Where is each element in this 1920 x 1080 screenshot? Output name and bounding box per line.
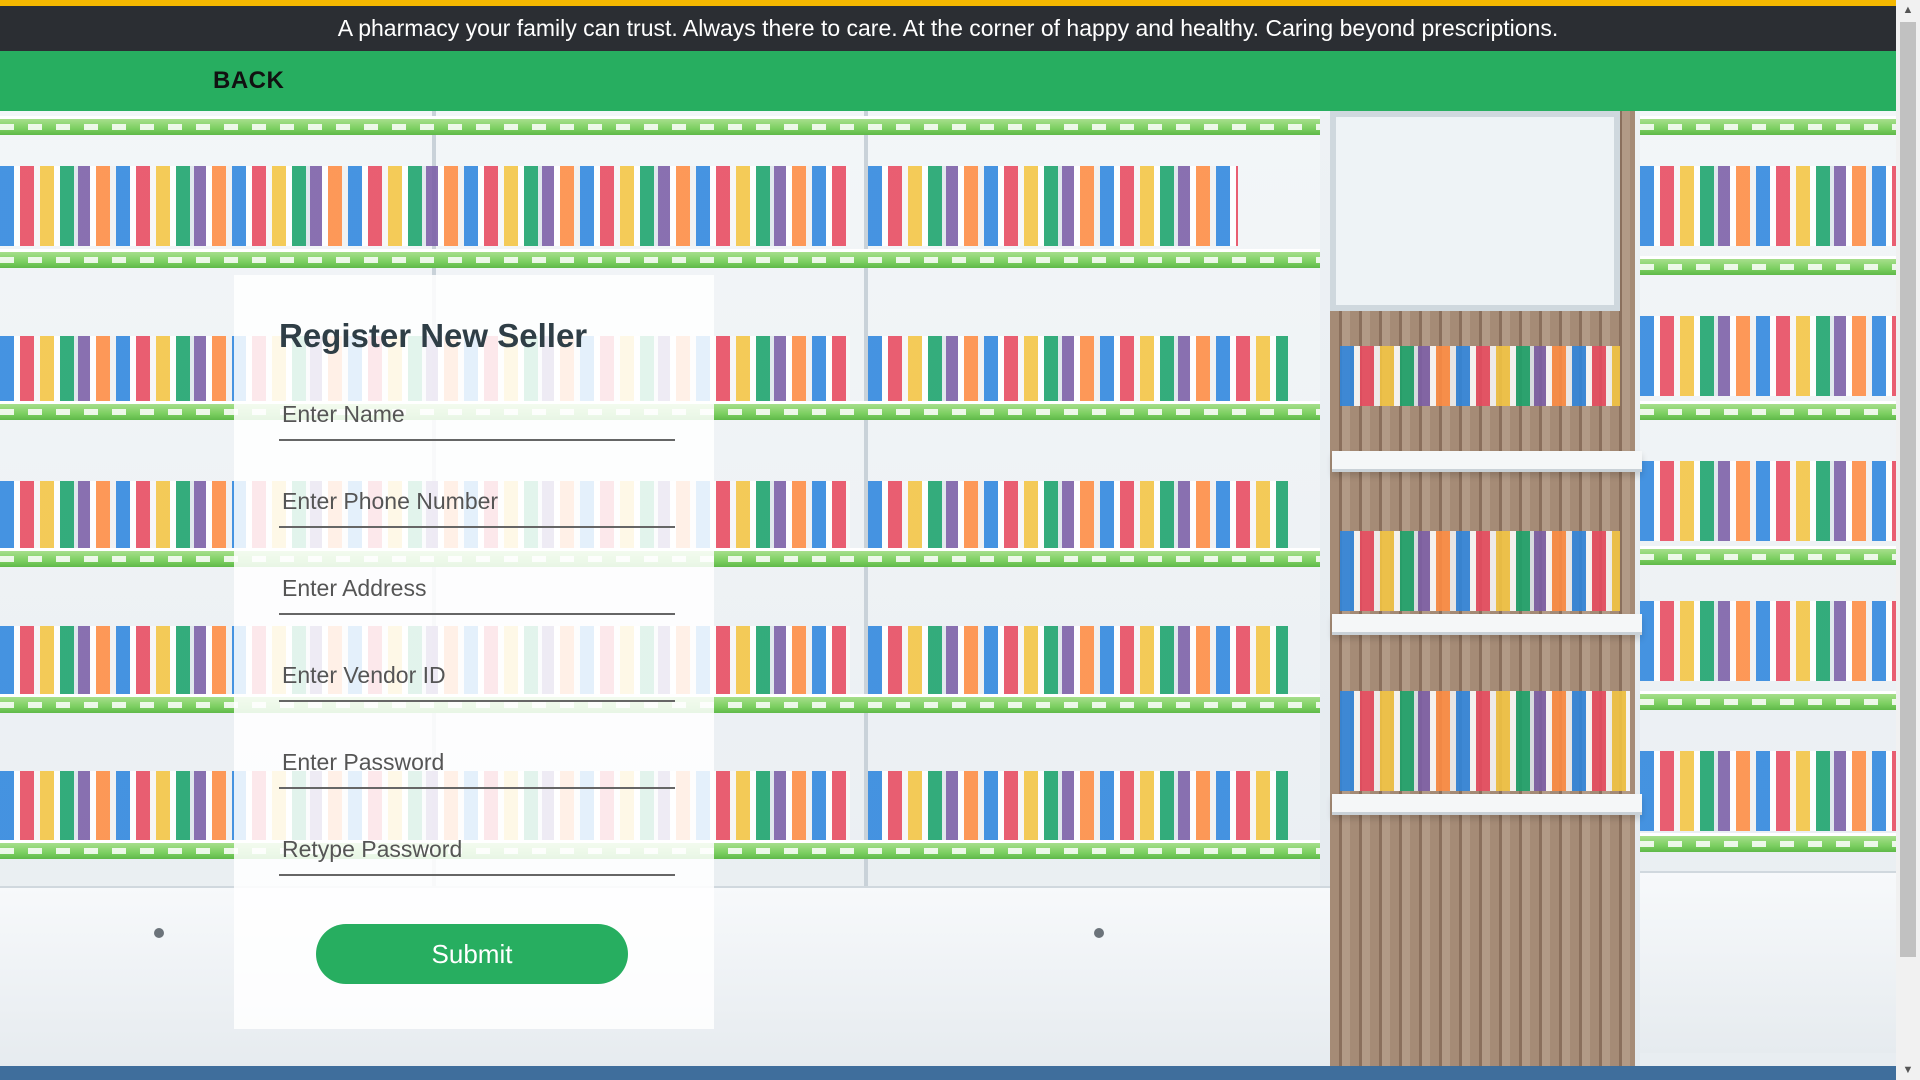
shelf-edge bbox=[1640, 546, 1896, 565]
floating-shelf bbox=[1332, 614, 1642, 635]
scroll-down-arrow[interactable]: ▼ bbox=[1896, 1060, 1920, 1080]
retype-password-input[interactable] bbox=[279, 824, 675, 876]
vertical-scrollbar[interactable]: ▲ ▼ bbox=[1896, 0, 1920, 1080]
product-row bbox=[1640, 751, 1896, 831]
nav-bar: BACK bbox=[0, 51, 1896, 111]
product-row bbox=[868, 771, 1288, 851]
product-row bbox=[1640, 461, 1896, 541]
shelf-edge bbox=[1640, 691, 1896, 710]
back-link[interactable]: BACK bbox=[213, 67, 284, 95]
product-row bbox=[0, 166, 850, 246]
scroll-up-arrow[interactable]: ▲ bbox=[1896, 0, 1920, 20]
scrollbar-thumb[interactable] bbox=[1900, 22, 1916, 957]
shelf-edge bbox=[1640, 256, 1896, 275]
form-title: Register New Seller bbox=[279, 317, 588, 354]
product-row bbox=[1340, 691, 1630, 791]
shelf-edge bbox=[0, 249, 1320, 268]
shelf-edge bbox=[1640, 116, 1896, 135]
announcement-banner: A pharmacy your family can trust. Always… bbox=[0, 6, 1896, 51]
shelf-edge bbox=[1640, 401, 1896, 420]
register-seller-form: Register New Seller Submit bbox=[234, 275, 714, 1029]
shelf-edge bbox=[0, 116, 1320, 135]
name-input[interactable] bbox=[279, 389, 675, 441]
phone-number-input[interactable] bbox=[279, 476, 675, 528]
triangle-down-icon: ▼ bbox=[1902, 1064, 1914, 1076]
floor-strip bbox=[0, 1066, 1896, 1080]
floating-shelf bbox=[1332, 794, 1642, 815]
announcement-text: A pharmacy your family can trust. Always… bbox=[337, 15, 1559, 41]
submit-button[interactable]: Submit bbox=[316, 924, 628, 984]
product-row bbox=[1340, 346, 1620, 406]
floating-shelf bbox=[1332, 451, 1642, 472]
wall-frame bbox=[1330, 111, 1620, 311]
page: A pharmacy your family can trust. Always… bbox=[0, 0, 1920, 1080]
cabinet-knob bbox=[154, 928, 164, 938]
password-input[interactable] bbox=[279, 737, 675, 789]
cabinet-knob bbox=[1094, 928, 1104, 938]
vendor-id-input[interactable] bbox=[279, 650, 675, 702]
triangle-up-icon: ▲ bbox=[1902, 4, 1914, 16]
product-row bbox=[868, 166, 1238, 246]
shelf-edge bbox=[1640, 833, 1896, 852]
product-row bbox=[1640, 166, 1896, 246]
product-row bbox=[1640, 601, 1896, 681]
lower-cabinet bbox=[1640, 871, 1896, 1053]
address-input[interactable] bbox=[279, 563, 675, 615]
product-row bbox=[1640, 316, 1896, 396]
product-row bbox=[1340, 531, 1620, 611]
